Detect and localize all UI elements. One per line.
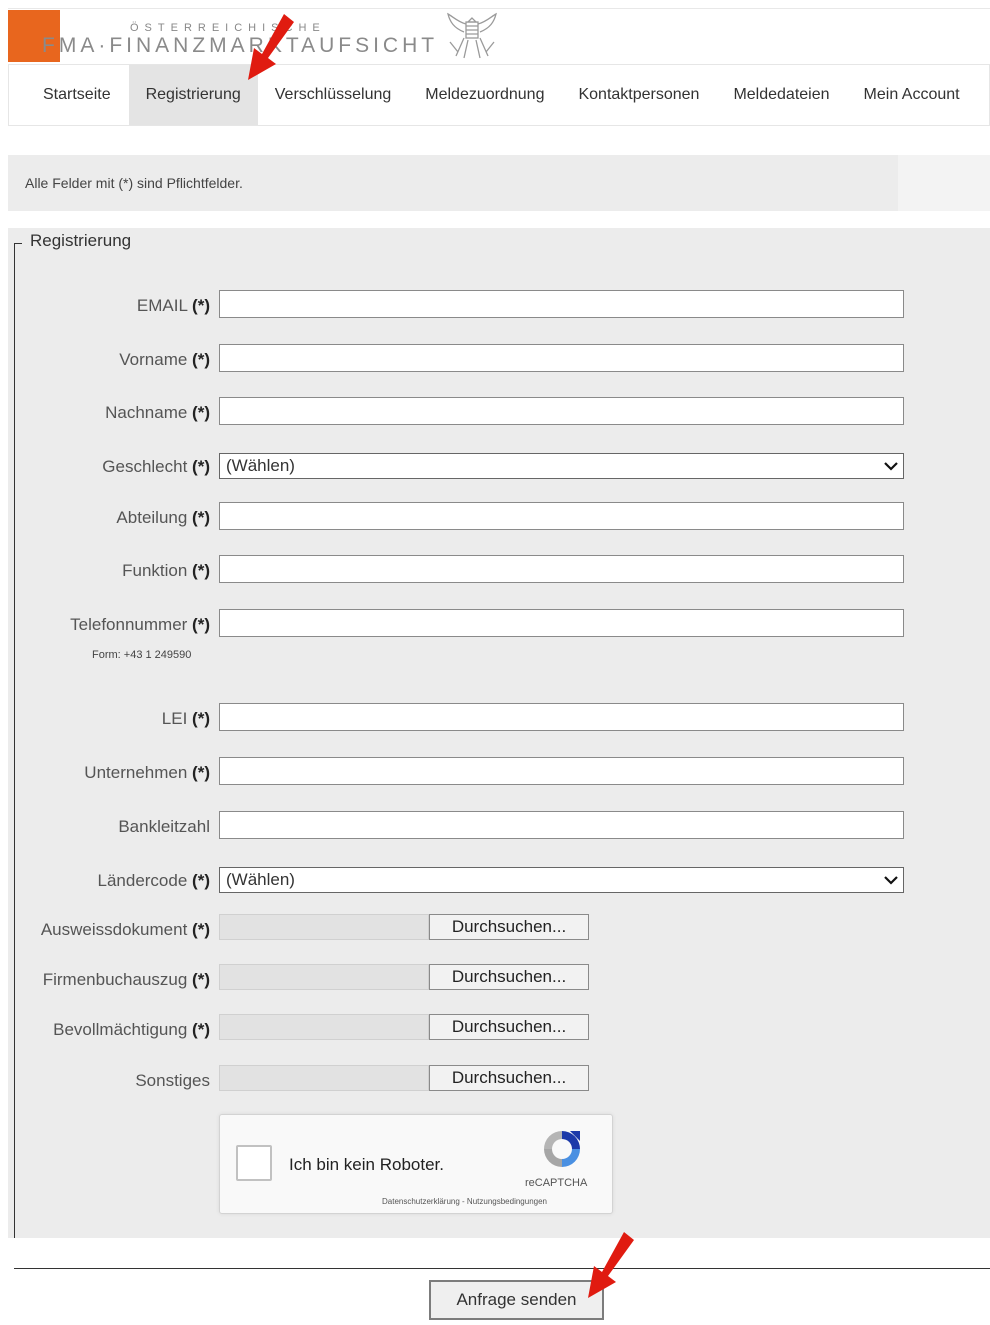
field-label: Ausweissdokument (*)	[40, 920, 210, 939]
phone-format-hint: Form: +43 1 249590	[92, 649, 192, 661]
select-value: (Wählen)	[226, 456, 295, 475]
form-row-abteilung: Abteilung (*)	[0, 502, 990, 532]
recaptcha-links[interactable]: Datenschutzerklärung - Nutzungsbedingung…	[382, 1197, 547, 1206]
fieldset-border	[14, 243, 22, 244]
funktion-field[interactable]	[219, 555, 904, 583]
eagle-crest-icon	[447, 12, 497, 59]
laendercode-select[interactable]: (Wählen)	[219, 867, 904, 893]
ausweis-browse-button[interactable]: Durchsuchen...	[429, 914, 589, 940]
submit-button[interactable]: Anfrage senden	[429, 1280, 604, 1320]
recaptcha-checkbox[interactable]	[236, 1145, 272, 1181]
field-label: Unternehmen (*)	[84, 763, 210, 782]
geschlecht-select[interactable]: (Wählen)	[219, 453, 904, 479]
unternehmen-field[interactable]	[219, 757, 904, 785]
form-row-firmenbuch: Firmenbuchauszug (*) Durchsuchen...	[0, 964, 990, 994]
email-field[interactable]	[219, 290, 904, 318]
telefon-field[interactable]	[219, 609, 904, 637]
page: ÖSTERREICHISCHE FMA·FINANZMARKTAUFSICHT …	[0, 0, 990, 1325]
form-row-lei: LEI (*)	[0, 703, 990, 733]
form-row-bevollmaechtigung: Bevollmächtigung (*) Durchsuchen...	[0, 1014, 990, 1044]
field-label: Bankleitzahl	[118, 817, 210, 836]
lei-field[interactable]	[219, 703, 904, 731]
vorname-field[interactable]	[219, 344, 904, 372]
nav-startseite[interactable]: Startseite	[9, 65, 129, 125]
field-label: Telefonnummer (*)	[70, 615, 210, 634]
form-row-unternehmen: Unternehmen (*)	[0, 757, 990, 787]
form-row-telefon: Telefonnummer (*)	[0, 609, 990, 639]
field-label: Vorname (*)	[119, 350, 210, 369]
nav-mein-account[interactable]: Mein Account	[847, 65, 977, 125]
nav-meldezuordnung[interactable]: Meldezuordnung	[408, 65, 561, 125]
bevollmaechtigung-browse-button[interactable]: Durchsuchen...	[429, 1014, 589, 1040]
divider	[14, 1268, 990, 1269]
field-label: Nachname (*)	[105, 403, 210, 422]
field-label: Funktion (*)	[122, 561, 210, 580]
field-label: Firmenbuchauszug (*)	[42, 970, 210, 989]
info-banner: Alle Felder mit (*) sind Pflichtfelder.	[8, 155, 898, 211]
nachname-field[interactable]	[219, 397, 904, 425]
nav-kontaktpersonen[interactable]: Kontaktpersonen	[561, 65, 716, 125]
recaptcha-widget: Ich bin kein Roboter. reCAPTCHA Datensch…	[219, 1114, 613, 1214]
required-fields-note: Alle Felder mit (*) sind Pflichtfelder.	[25, 175, 243, 191]
form-row-nachname: Nachname (*)	[0, 397, 990, 427]
form-row-sonstiges: Sonstiges Durchsuchen...	[0, 1065, 990, 1095]
sonstiges-browse-button[interactable]: Durchsuchen...	[429, 1065, 589, 1091]
info-banner-side	[898, 155, 990, 211]
nav-meldedateien[interactable]: Meldedateien	[716, 65, 846, 125]
red-arrow-annotation-icon	[588, 1232, 634, 1298]
form-row-bankleitzahl: Bankleitzahl	[0, 811, 990, 841]
field-label: Bevollmächtigung (*)	[53, 1020, 210, 1039]
recaptcha-label: Ich bin kein Roboter.	[289, 1155, 444, 1174]
abteilung-field[interactable]	[219, 502, 904, 530]
form-row-geschlecht: Geschlecht (*) (Wählen)	[0, 453, 990, 483]
field-label: Abteilung (*)	[116, 508, 210, 527]
form-row-laendercode: Ländercode (*) (Wählen)	[0, 867, 990, 897]
form-legend: Registrierung	[30, 231, 132, 250]
field-label: Sonstiges	[135, 1071, 210, 1090]
form-row-funktion: Funktion (*)	[0, 555, 990, 585]
firmenbuch-browse-button[interactable]: Durchsuchen...	[429, 964, 589, 990]
bevollmaechtigung-file-path[interactable]	[219, 1014, 429, 1040]
field-label: LEI (*)	[161, 709, 210, 728]
nav-registrierung[interactable]: Registrierung	[128, 65, 258, 125]
chevron-down-icon	[884, 462, 898, 471]
select-value: (Wählen)	[226, 870, 295, 889]
main-nav: Startseite Registrierung Verschlüsselung…	[8, 64, 990, 126]
red-arrow-annotation-icon	[248, 14, 294, 80]
form-row-vorname: Vorname (*)	[0, 344, 990, 374]
bankleitzahl-field[interactable]	[219, 811, 904, 839]
firmenbuch-file-path[interactable]	[219, 964, 429, 990]
recaptcha-logo-icon	[544, 1131, 580, 1167]
chevron-down-icon	[884, 876, 898, 885]
field-label: Ländercode (*)	[97, 871, 211, 890]
form-row-ausweis: Ausweissdokument (*) Durchsuchen...	[0, 914, 990, 944]
form-row-email: EMAIL (*)	[0, 290, 990, 320]
field-label: Geschlecht (*)	[102, 457, 210, 476]
sonstiges-file-path[interactable]	[219, 1065, 429, 1091]
recaptcha-brand: reCAPTCHA	[525, 1177, 588, 1189]
ausweis-file-path[interactable]	[219, 914, 429, 940]
field-label: EMAIL (*)	[136, 296, 210, 315]
